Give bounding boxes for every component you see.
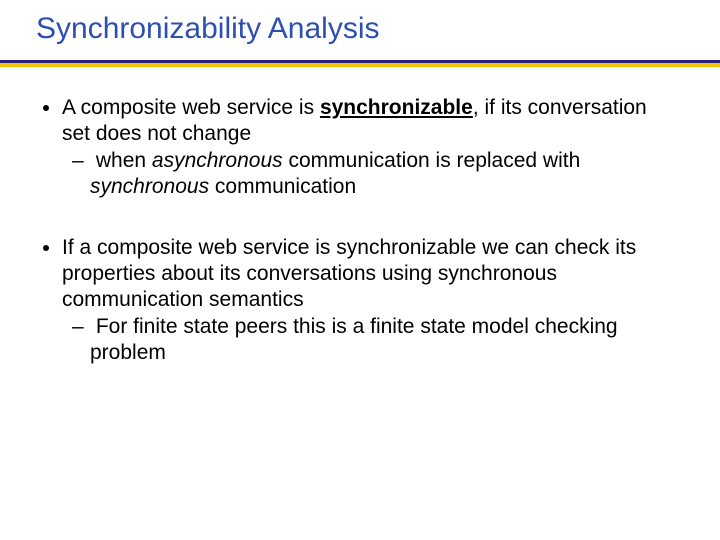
term-synchronous: synchronous [90, 175, 209, 198]
bullet-1: A composite web service is synchronizabl… [62, 95, 680, 199]
text: when [96, 149, 152, 172]
sub-bullet-2-1: For finite state peers this is a finite … [90, 314, 680, 365]
term-synchronizable: synchronizable [320, 96, 473, 119]
divider-gold-line [0, 63, 720, 67]
slide-title: Synchronizability Analysis [36, 12, 720, 60]
bullet-2: If a composite web service is synchroniz… [62, 235, 680, 365]
text: communication [209, 175, 356, 198]
term-asynchronous: asynchronous [152, 149, 283, 172]
divider [0, 60, 720, 67]
text: communication is replaced with [283, 149, 581, 172]
text: For finite state peers this is a finite … [90, 315, 618, 364]
slide-header: Synchronizability Analysis [0, 0, 720, 60]
slide-body: A composite web service is synchronizabl… [0, 67, 720, 365]
text: A composite web service is [62, 96, 320, 119]
bullet-group-2: If a composite web service is synchroniz… [40, 235, 680, 365]
sub-bullets-1: when asynchronous communication is repla… [62, 148, 680, 199]
sub-bullets-2: For finite state peers this is a finite … [62, 314, 680, 365]
sub-bullet-1-1: when asynchronous communication is repla… [90, 148, 680, 199]
text: If a composite web service is synchroniz… [62, 236, 636, 310]
bullet-group-1: A composite web service is synchronizabl… [40, 95, 680, 199]
